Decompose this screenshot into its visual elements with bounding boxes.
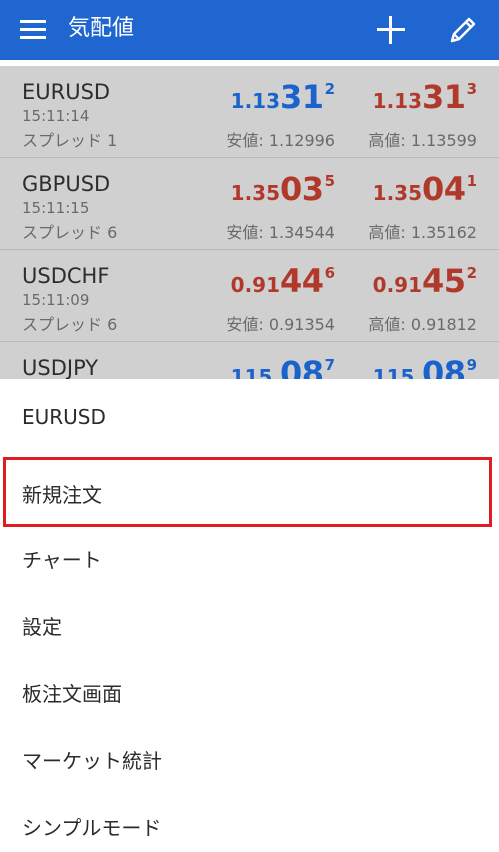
symbol-label: USDJPY <box>22 356 99 379</box>
context-menu-sheet: EURUSD 新規注文 チャート 設定 板注文画面 マーケット統計 シンプルモー… <box>0 379 499 852</box>
menu-item-simple-mode[interactable]: シンプルモード <box>0 792 499 852</box>
bid-price: 0.91446 <box>230 262 335 300</box>
menu-item-label: 設定 <box>22 615 62 639</box>
quote-row-gbpusd[interactable]: GBPUSD 15:11:15 スプレッド 6 1.35035 1.35041 … <box>0 158 499 250</box>
spread-label: スプレッド 6 <box>22 315 118 334</box>
plus-icon[interactable] <box>374 13 408 47</box>
menu-item-settings[interactable]: 設定 <box>0 591 499 657</box>
quote-time: 15:11:15 <box>22 199 90 217</box>
page-title: 気配値 <box>68 16 135 41</box>
highlight-box <box>3 457 492 527</box>
menu-item-market-stats[interactable]: マーケット統計 <box>0 725 499 791</box>
bid-price: 1.35035 <box>230 170 335 208</box>
low-price: 安値: 0.91354 <box>226 315 335 334</box>
bid-price: 115.087 <box>230 354 335 379</box>
menu-item-order-book[interactable]: 板注文画面 <box>0 658 499 724</box>
quotes-list: EURUSD 15:11:14 スプレッド 1 1.13312 1.13313 … <box>0 66 499 379</box>
bid-price: 1.13312 <box>230 78 335 116</box>
high-price: 高値: 1.13599 <box>368 131 477 150</box>
ask-price: 1.35041 <box>372 170 477 208</box>
symbol-label: GBPUSD <box>22 172 111 196</box>
high-price: 高値: 1.35162 <box>368 223 477 242</box>
ask-price: 0.91452 <box>372 262 477 300</box>
context-menu-title: EURUSD <box>22 405 106 429</box>
menu-item-label: マーケット統計 <box>22 749 162 773</box>
quote-row-usdchf[interactable]: USDCHF 15:11:09 スプレッド 6 0.91446 0.91452 … <box>0 250 499 342</box>
quote-time: 15:11:14 <box>22 107 90 125</box>
ask-price: 115.089 <box>372 354 477 379</box>
menu-item-label: シンプルモード <box>22 816 162 840</box>
pencil-icon[interactable] <box>446 13 480 47</box>
low-price: 安値: 1.12996 <box>226 131 335 150</box>
menu-item-chart[interactable]: チャート <box>0 524 499 590</box>
ask-price: 1.13313 <box>372 78 477 116</box>
quote-time: 15:11:09 <box>22 291 90 309</box>
quote-row-usdjpy[interactable]: USDJPY 115.087 115.089 <box>0 342 499 379</box>
menu-item-label: チャート <box>22 548 102 572</box>
app-bar: 気配値 <box>0 0 499 60</box>
menu-item-label: 板注文画面 <box>22 682 122 706</box>
high-price: 高値: 0.91812 <box>368 315 477 334</box>
low-price: 安値: 1.34544 <box>226 223 335 242</box>
quote-row-eurusd[interactable]: EURUSD 15:11:14 スプレッド 1 1.13312 1.13313 … <box>0 66 499 158</box>
hamburger-menu-icon[interactable] <box>20 17 48 43</box>
spread-label: スプレッド 6 <box>22 223 118 242</box>
symbol-label: EURUSD <box>22 80 111 104</box>
symbol-label: USDCHF <box>22 264 110 288</box>
spread-label: スプレッド 1 <box>22 131 118 150</box>
